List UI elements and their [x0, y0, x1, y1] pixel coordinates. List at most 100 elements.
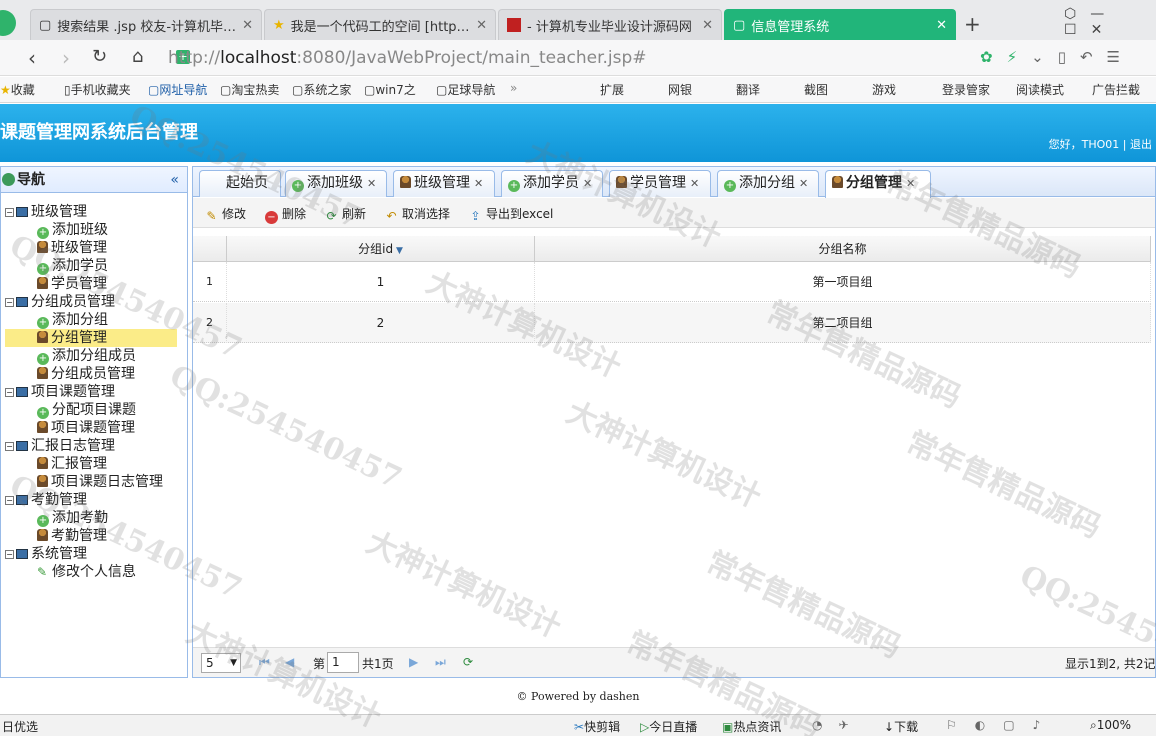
flag-icon[interactable]: ⚐: [946, 718, 975, 732]
bookmark-item[interactable]: ▢网址导航: [148, 81, 207, 98]
reload-icon[interactable]: ↻: [92, 46, 107, 67]
sidebar-item[interactable]: + 添加分组: [37, 311, 108, 329]
skin-icon[interactable]: ⬡: [1064, 6, 1090, 22]
nav-group[interactable]: − 系统管理: [5, 545, 87, 563]
close-tab-icon[interactable]: ✕: [474, 177, 483, 190]
nav-group[interactable]: − 考勤管理: [5, 491, 87, 509]
zoom-level[interactable]: ⌕100%: [1090, 718, 1131, 733]
forward-icon[interactable]: ›: [62, 46, 70, 70]
home-icon[interactable]: ⌂: [132, 46, 143, 67]
tab-student-manage[interactable]: 学员管理 ✕: [609, 170, 711, 197]
more-bookmarks-icon[interactable]: »: [510, 81, 517, 95]
tab-group-manage[interactable]: 分组管理 ✕: [825, 170, 931, 198]
column-header-group-id[interactable]: 分组id ▼: [227, 236, 535, 262]
maximize-button[interactable]: ☐: [1064, 22, 1091, 38]
close-icon[interactable]: ✕: [936, 18, 947, 33]
close-window-button[interactable]: ✕: [1091, 22, 1117, 38]
bookmark-item[interactable]: ▢足球导航: [436, 81, 495, 98]
table-row[interactable]: 2 2 第二项目组: [193, 303, 1151, 343]
volume-icon[interactable]: ♪: [1033, 718, 1059, 732]
toolbar-translate[interactable]: 翻译: [736, 81, 760, 98]
next-page-icon[interactable]: ▶: [409, 655, 418, 669]
status-news[interactable]: ▣热点资讯: [722, 718, 781, 735]
sidebar-item[interactable]: + 添加考勤: [37, 509, 108, 527]
toolbar-screenshot[interactable]: 截图: [804, 81, 828, 98]
first-page-icon[interactable]: ⏮: [259, 655, 270, 670]
dropdown-icon[interactable]: ⌄: [1031, 48, 1058, 66]
tab-add-student[interactable]: + 添加学员 ✕: [501, 170, 603, 197]
last-page-icon[interactable]: ⏭: [435, 655, 446, 670]
new-tab-button[interactable]: +: [964, 12, 981, 36]
close-icon[interactable]: ✕: [702, 18, 713, 33]
bookmark-item[interactable]: ▯手机收藏夹: [64, 81, 131, 98]
collapse-toggle-icon[interactable]: −: [5, 550, 14, 559]
status-download[interactable]: ↓下载: [884, 718, 918, 735]
collapse-toggle-icon[interactable]: −: [5, 298, 14, 307]
close-tab-icon[interactable]: ✕: [583, 177, 592, 190]
status-quick-edit[interactable]: ✂快剪辑: [574, 718, 620, 735]
prev-page-icon[interactable]: ◀: [285, 655, 294, 669]
sidebar-item[interactable]: 学员管理: [37, 275, 107, 293]
sidebar-item[interactable]: + 添加分组成员: [37, 347, 136, 365]
sidebar-item[interactable]: 分组管理: [5, 329, 177, 347]
collapse-toggle-icon[interactable]: −: [5, 208, 14, 217]
window-icon[interactable]: ▢: [1003, 718, 1032, 732]
page-number-input[interactable]: 1: [327, 652, 359, 673]
close-icon[interactable]: ✕: [476, 18, 487, 33]
refresh-page-icon[interactable]: ⟳: [463, 655, 473, 669]
back-icon[interactable]: ‹: [28, 46, 36, 70]
collapse-toggle-icon[interactable]: −: [5, 442, 14, 451]
collapse-toggle-icon[interactable]: −: [5, 496, 14, 505]
status-live[interactable]: ▷今日直播: [640, 718, 697, 735]
undo-icon[interactable]: ↶: [1080, 48, 1107, 66]
delete-button[interactable]: − 删除: [265, 205, 306, 224]
refresh-button[interactable]: ⟳ 刷新: [325, 205, 366, 223]
tab-home[interactable]: 起始页: [199, 170, 281, 197]
bookmark-item[interactable]: ▢系统之家: [292, 81, 351, 98]
tab-add-group[interactable]: + 添加分组 ✕: [717, 170, 819, 197]
close-icon[interactable]: ✕: [242, 18, 253, 33]
sidebar-item[interactable]: 项目课题日志管理: [37, 473, 163, 491]
sidebar-item[interactable]: 分组成员管理: [37, 365, 135, 383]
sidebar-item[interactable]: 班级管理: [37, 239, 107, 257]
browser-icon[interactable]: ◐: [975, 718, 1003, 732]
edit-button[interactable]: ✎ 修改: [205, 205, 246, 223]
speed-icon[interactable]: ◔: [812, 718, 838, 732]
sidebar-item[interactable]: 汇报管理: [37, 455, 107, 473]
menu-icon[interactable]: ☰: [1107, 48, 1134, 66]
toolbar-extensions[interactable]: 扩展: [600, 81, 624, 98]
minimize-button[interactable]: —: [1090, 6, 1118, 22]
toolbar-bank[interactable]: 网银: [668, 81, 692, 98]
browser-tab-1[interactable]: ▢ 搜索结果 .jsp 校友-计算机毕业设 ✕: [30, 9, 262, 40]
table-row[interactable]: 1 1 第一项目组: [193, 262, 1151, 302]
nav-group[interactable]: − 汇报日志管理: [5, 437, 115, 455]
sidebar-item[interactable]: ✎ 修改个人信息: [37, 563, 136, 581]
tab-class-manage[interactable]: 班级管理 ✕: [393, 170, 495, 197]
toolbar-adblock[interactable]: 广告拦截: [1092, 81, 1140, 98]
page-size-select[interactable]: 5 ▼: [201, 653, 241, 673]
user-greeting-logout[interactable]: 您好，THO01 | 退出: [1049, 136, 1152, 152]
close-tab-icon[interactable]: ✕: [690, 177, 699, 190]
url-input[interactable]: http://localhost:8080/JavaWebProject/mai…: [168, 45, 1028, 71]
collapse-icon[interactable]: «: [170, 167, 179, 193]
phone-icon[interactable]: ▯: [1058, 48, 1080, 66]
collapse-toggle-icon[interactable]: −: [5, 388, 14, 397]
nav-group[interactable]: − 分组成员管理: [5, 293, 115, 311]
sidebar-item[interactable]: + 分配项目课题: [37, 401, 136, 419]
toolbar-reading-mode[interactable]: 阅读模式: [1016, 81, 1064, 98]
browser-tab-active[interactable]: ▢ 信息管理系统 ✕: [724, 9, 956, 40]
export-excel-button[interactable]: ⇪ 导出到excel: [469, 205, 553, 223]
sidebar-item[interactable]: 考勤管理: [37, 527, 107, 545]
unselect-button[interactable]: ↶ 取消选择: [385, 205, 450, 223]
close-tab-icon[interactable]: ✕: [799, 177, 808, 190]
nav-group[interactable]: − 班级管理: [5, 203, 87, 221]
nav-group[interactable]: − 项目课题管理: [5, 383, 115, 401]
bookmark-item[interactable]: ▢win7之: [364, 81, 416, 98]
bookmark-favorites[interactable]: ★收藏: [0, 81, 35, 98]
browser-tab-2[interactable]: ★ 我是一个代码工的空间 [http://2 ✕: [264, 9, 496, 40]
close-tab-icon[interactable]: ✕: [367, 177, 376, 190]
sidebar-item[interactable]: 项目课题管理: [37, 419, 135, 437]
pin-icon[interactable]: ✈: [838, 718, 864, 732]
bookmark-item[interactable]: ▢淘宝热卖: [220, 81, 279, 98]
column-header-group-name[interactable]: 分组名称: [535, 236, 1151, 262]
